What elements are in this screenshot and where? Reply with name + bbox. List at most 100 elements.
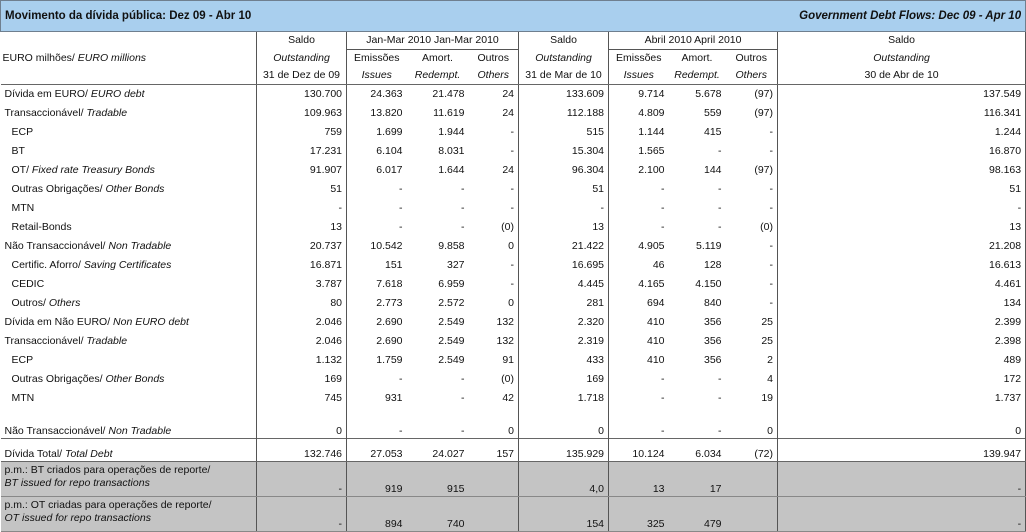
cell-value: 415	[703, 126, 722, 138]
debt-flows-table: Movimento da dívida pública: Dez 09 - Ab…	[0, 0, 1026, 532]
table-row: MTN 745 931-42 1.718- -19 1.737	[1, 389, 1026, 408]
cell-value: -	[608, 389, 669, 408]
cell-value: 4.165	[608, 275, 669, 294]
cell-value: -	[777, 496, 1026, 532]
cell-value: 2.320	[518, 313, 609, 332]
cell-value: 16.871	[255, 256, 347, 275]
cell-value	[725, 461, 778, 497]
cell-value: -	[608, 180, 669, 199]
cell-value: -	[769, 126, 774, 138]
cell-value: 20.737	[255, 237, 347, 256]
cell-value: 356	[703, 354, 722, 366]
cell-value: 1.944	[438, 126, 465, 138]
memo-row: p.m.: BT criados para operações de repor…	[0, 461, 1026, 497]
row-label: Outros/ Others	[11, 297, 81, 309]
cell-value: -	[346, 180, 407, 199]
row-label: Dívida em EURO/ EURO debt	[4, 88, 145, 100]
cell-value: 915	[406, 461, 469, 497]
cell-value: -	[510, 183, 515, 195]
cell-value: 356	[703, 316, 722, 328]
cell-value: 27.053	[346, 438, 407, 462]
cell-value: (97)	[754, 107, 774, 119]
row-label: ECP	[11, 126, 34, 138]
cell-value	[725, 496, 778, 532]
cell-value: 133.609	[518, 84, 609, 104]
cell-value: -	[608, 370, 669, 389]
cell-value: 91.907	[255, 161, 347, 180]
row-label: Outras Obrigações/ Other Bonds	[11, 183, 165, 195]
cell-value: 325	[608, 496, 669, 532]
cell-value: 98.163	[777, 161, 1026, 180]
cell-value: -	[718, 183, 722, 195]
cell-value: 132.746	[255, 438, 347, 462]
cell-value: 6.959	[438, 278, 465, 290]
cell-value: -	[510, 126, 515, 138]
row-label: p.m.: OT criadas para operações de repor…	[0, 496, 257, 532]
cell-value: (97)	[754, 88, 774, 100]
cell-value: 132	[496, 316, 515, 328]
cell-value: 2.399	[777, 313, 1026, 332]
group-jan-mar: Jan-Mar 2010 Jan-Mar 2010	[346, 31, 520, 50]
cell-value: -	[461, 373, 465, 385]
row-label: Dívida Total/ Total Debt	[0, 438, 257, 462]
cell-value: 0	[508, 425, 515, 437]
memo-row: p.m.: OT criadas para operações de repor…	[0, 496, 1026, 532]
cell-value: 0	[767, 425, 774, 437]
cell-value: 13	[608, 461, 669, 497]
cell-value: -	[718, 202, 722, 214]
table-row: Certific. Aforro/ Saving Certificates 16.…	[1, 256, 1026, 275]
cell-value: 24.027	[406, 438, 469, 462]
cell-value: 15.304	[518, 142, 609, 161]
cell-value: 0	[518, 408, 609, 439]
cell-value: 2.773	[346, 294, 407, 313]
cell-value: 281	[518, 294, 609, 313]
row-label: Transaccionável/ Tradable	[4, 335, 128, 347]
title-pt: Movimento da dívida pública: Dez 09 - Ab…	[0, 0, 347, 32]
header-row-2: EURO milhões/ EURO millions Outstanding …	[1, 49, 1026, 67]
cell-value: 3.787	[255, 275, 347, 294]
cell-value: 840	[703, 297, 722, 309]
cell-value: 137.549	[777, 84, 1026, 104]
cell-value: 410	[608, 332, 669, 351]
col-saldo-1-label: Saldo	[255, 31, 347, 50]
cell-value: 154	[518, 496, 609, 532]
table-row: Outras Obrigações/ Other Bonds 51- - -51- - -…	[1, 180, 1026, 199]
row-label: Transaccionável/ Tradable	[4, 107, 128, 119]
cell-value: 16.870	[777, 142, 1026, 161]
row-label: Não Transaccionável/ Non Tradable	[4, 240, 172, 252]
cell-value: 16.613	[777, 256, 1026, 275]
cell-value: 2.572	[438, 297, 465, 309]
cell-value: 25	[761, 335, 774, 347]
cell-value: 4.445	[518, 275, 609, 294]
table-row: Transaccionável/ Tradable 109.963 13.820 11…	[1, 104, 1026, 123]
row-label: CEDIC	[11, 278, 45, 290]
cell-value: 6.017	[346, 161, 407, 180]
cell-value: -	[461, 221, 465, 233]
cell-value: 21.422	[518, 237, 609, 256]
cell-value: 410	[608, 313, 669, 332]
cell-value: 51	[777, 180, 1026, 199]
cell-value: -	[769, 259, 774, 271]
cell-value: 489	[777, 351, 1026, 370]
cell-value: 2.319	[518, 332, 609, 351]
cell-value: 130.700	[255, 84, 347, 104]
cell-value: (0)	[501, 221, 515, 233]
cell-value: 759	[255, 123, 347, 142]
cell-value: -	[608, 218, 669, 237]
table-row: ECP 759 1.699 1.944-515 1.144 415-1.244	[1, 123, 1026, 142]
cell-value: 132	[496, 335, 515, 347]
table-row: Dívida em EURO/ EURO debt 130.700 24.363 21…	[1, 84, 1026, 104]
group-april: Abril 2010 April 2010	[608, 31, 779, 50]
col-saldo-3-label: Saldo	[777, 31, 1026, 50]
cell-value: 2.100	[608, 161, 669, 180]
cell-value: -	[608, 199, 669, 218]
cell-value: -	[255, 496, 347, 532]
cell-value: 356	[703, 335, 722, 347]
cell-value: 1.144	[608, 123, 669, 142]
header-row-1: Saldo Jan-Mar 2010 Jan-Mar 2010 Saldo Ab…	[1, 31, 1026, 50]
row-label: Dívida em Não EURO/ Non EURO debt	[4, 316, 189, 328]
table-row: OT/ Fixed rate Treasury Bonds 91.907 6.017…	[1, 161, 1026, 180]
table-row: Dívida em Não EURO/ Non EURO debt 2.046 2.…	[1, 313, 1026, 332]
cell-value: -	[718, 145, 722, 157]
cell-value	[468, 496, 519, 532]
